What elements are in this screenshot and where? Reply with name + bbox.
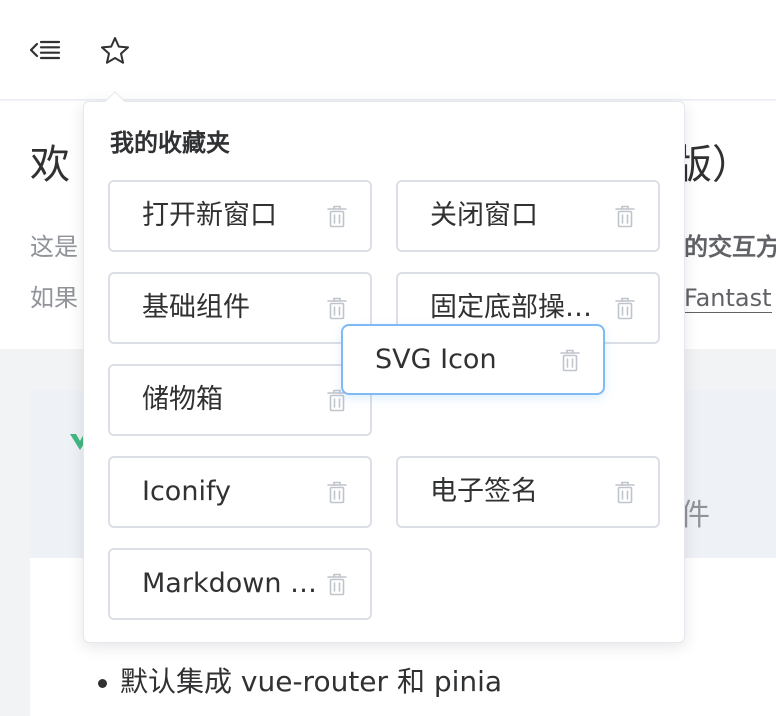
feature-list: 默认集成 vue-router 和 pinia: [97, 662, 502, 702]
favorite-item[interactable]: 电子签名: [396, 456, 660, 528]
favorite-item-label: 关闭窗口: [430, 200, 538, 231]
trash-icon[interactable]: [324, 479, 350, 505]
favorite-item[interactable]: 储物箱: [108, 364, 372, 436]
favorite-item-label: 打开新窗口: [142, 200, 277, 231]
favorite-item-label: 基础组件: [142, 292, 250, 323]
trash-icon[interactable]: [324, 571, 350, 597]
favorite-item-label: 电子签名: [430, 476, 538, 507]
hero-line1-right: 的交互方: [684, 233, 776, 261]
trash-icon[interactable]: [612, 479, 638, 505]
favorite-item[interactable]: 基础组件: [108, 272, 372, 344]
trash-icon[interactable]: [324, 295, 350, 321]
favorites-title: 我的收藏夹: [110, 129, 230, 157]
favorite-item[interactable]: 关闭窗口: [396, 180, 660, 252]
dragging-favorite-item[interactable]: SVG Icon: [341, 324, 605, 395]
hero-line1-left: 这是: [30, 233, 78, 261]
trash-icon[interactable]: [324, 203, 350, 229]
favorite-item-label: Markdown 编辑器: [142, 568, 320, 599]
collapse-menu-icon[interactable]: [28, 34, 62, 68]
favorite-item-label: SVG Icon: [375, 344, 497, 375]
favorites-star-icon[interactable]: [98, 34, 132, 68]
list-item: 默认集成 vue-router 和 pinia: [97, 662, 502, 702]
hero-link[interactable]: Fantast: [684, 284, 772, 313]
trash-icon[interactable]: [612, 203, 638, 229]
favorite-item[interactable]: 打开新窗口: [108, 180, 372, 252]
favorite-item[interactable]: Iconify: [108, 456, 372, 528]
favorite-item-label: Iconify: [142, 476, 231, 507]
top-toolbar: [0, 0, 776, 100]
trash-icon[interactable]: [612, 295, 638, 321]
hero-line2-left: 如果: [30, 284, 78, 312]
favorite-item[interactable]: Markdown 编辑器: [108, 548, 372, 620]
hero-title-left: 欢: [30, 142, 70, 188]
trash-icon[interactable]: [557, 347, 583, 373]
favorite-item-label: 储物箱: [142, 384, 223, 415]
